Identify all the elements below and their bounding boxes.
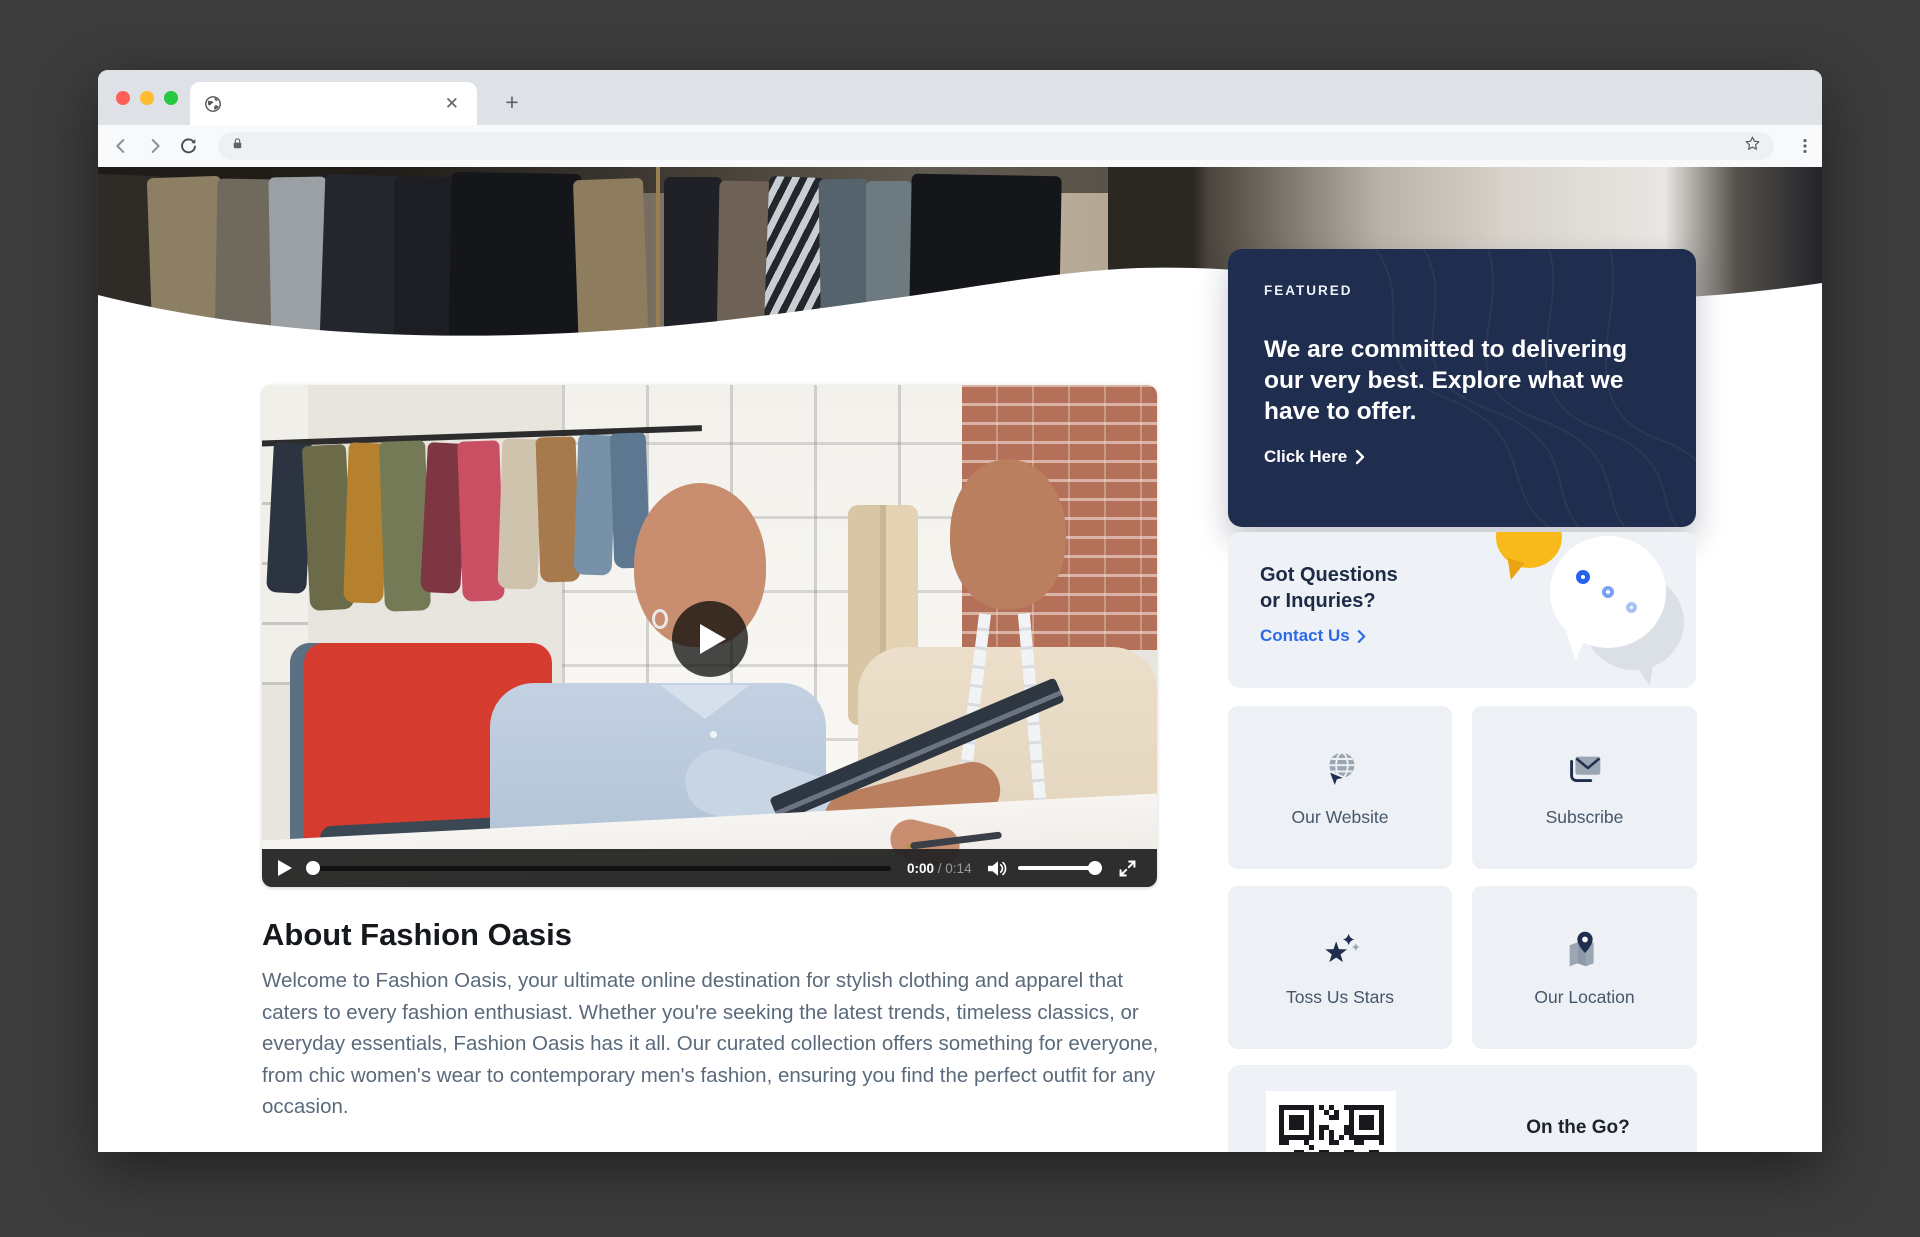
click-here-link[interactable]: Click Here	[1264, 447, 1365, 467]
quick-link-label: Toss Us Stars	[1286, 987, 1394, 1008]
quick-link-label: Subscribe	[1546, 807, 1624, 828]
quick-link-label: Our Website	[1292, 807, 1389, 828]
map-pin-icon	[1562, 927, 1608, 973]
speech-bubbles-illustration	[1490, 532, 1680, 688]
our-location-card[interactable]: Our Location	[1472, 886, 1697, 1049]
close-tab-icon[interactable]: ✕	[441, 93, 463, 114]
typing-dot	[1626, 602, 1637, 613]
toss-us-stars-card[interactable]: Toss Us Stars	[1228, 886, 1452, 1049]
envelope-icon	[1562, 747, 1608, 793]
on-the-go-title: On the Go?	[1478, 1117, 1678, 1139]
yellow-speech-bubble	[1496, 532, 1562, 568]
browser-toolbar	[98, 125, 1822, 167]
chevron-right-icon	[1357, 629, 1366, 644]
address-bar[interactable]	[218, 132, 1774, 160]
play-icon	[278, 860, 292, 876]
quick-link-label: Our Location	[1534, 987, 1634, 1008]
seek-handle[interactable]	[306, 861, 320, 875]
globe-favicon-icon	[204, 95, 222, 113]
page-content: FEATURED We are committed to delivering …	[98, 167, 1822, 1152]
seek-bar[interactable]	[306, 861, 891, 875]
featured-eyebrow: FEATURED	[1264, 283, 1660, 298]
inquiries-card: Got Questions or Inquries? Contact Us	[1228, 532, 1696, 688]
qr-code	[1266, 1091, 1396, 1152]
zoom-window-button[interactable]	[164, 91, 178, 105]
featured-headline: We are committed to delivering our very …	[1264, 334, 1660, 427]
on-the-go-card: On the Go?	[1228, 1065, 1697, 1152]
volume-handle[interactable]	[1088, 861, 1102, 875]
about-heading: About Fashion Oasis	[262, 917, 572, 953]
typing-dot	[1602, 586, 1614, 598]
video-controls: 0:00 / 0:14	[262, 849, 1157, 887]
bookmark-star-icon[interactable]	[1743, 134, 1762, 158]
inquiries-title: Got Questions or Inquries?	[1260, 562, 1398, 614]
reload-button[interactable]	[172, 129, 206, 163]
volume-slider[interactable]	[1018, 861, 1102, 875]
star-sparkles-icon	[1317, 927, 1363, 973]
typing-dot	[1576, 570, 1590, 584]
lock-icon	[230, 136, 245, 156]
our-website-card[interactable]: Our Website	[1228, 706, 1452, 869]
back-button[interactable]	[104, 129, 138, 163]
minimize-window-button[interactable]	[140, 91, 154, 105]
new-tab-button[interactable]: +	[496, 86, 528, 118]
browser-window: ✕ +	[98, 70, 1822, 1152]
contact-us-link[interactable]: Contact Us	[1260, 626, 1366, 646]
play-button[interactable]	[278, 860, 292, 876]
about-paragraph: Welcome to Fashion Oasis, your ultimate …	[262, 965, 1170, 1123]
chevron-right-icon	[1355, 449, 1365, 465]
white-speech-bubble	[1550, 536, 1666, 648]
browser-menu-icon[interactable]	[1788, 129, 1822, 163]
play-button-overlay[interactable]	[672, 601, 748, 677]
play-icon	[700, 624, 726, 654]
browser-tab[interactable]: ✕	[190, 82, 477, 125]
forward-button[interactable]	[138, 129, 172, 163]
browser-tab-strip: ✕ +	[98, 70, 1822, 125]
subscribe-card[interactable]: Subscribe	[1472, 706, 1697, 869]
volume-icon[interactable]	[988, 860, 1008, 877]
globe-cursor-icon	[1317, 747, 1363, 793]
fullscreen-icon[interactable]	[1118, 859, 1137, 878]
desktop-background: ✕ +	[0, 0, 1920, 1237]
close-window-button[interactable]	[116, 91, 130, 105]
video-player: 0:00 / 0:14	[262, 385, 1157, 887]
time-display: 0:00 / 0:14	[907, 861, 972, 876]
featured-card: FEATURED We are committed to delivering …	[1228, 249, 1696, 527]
